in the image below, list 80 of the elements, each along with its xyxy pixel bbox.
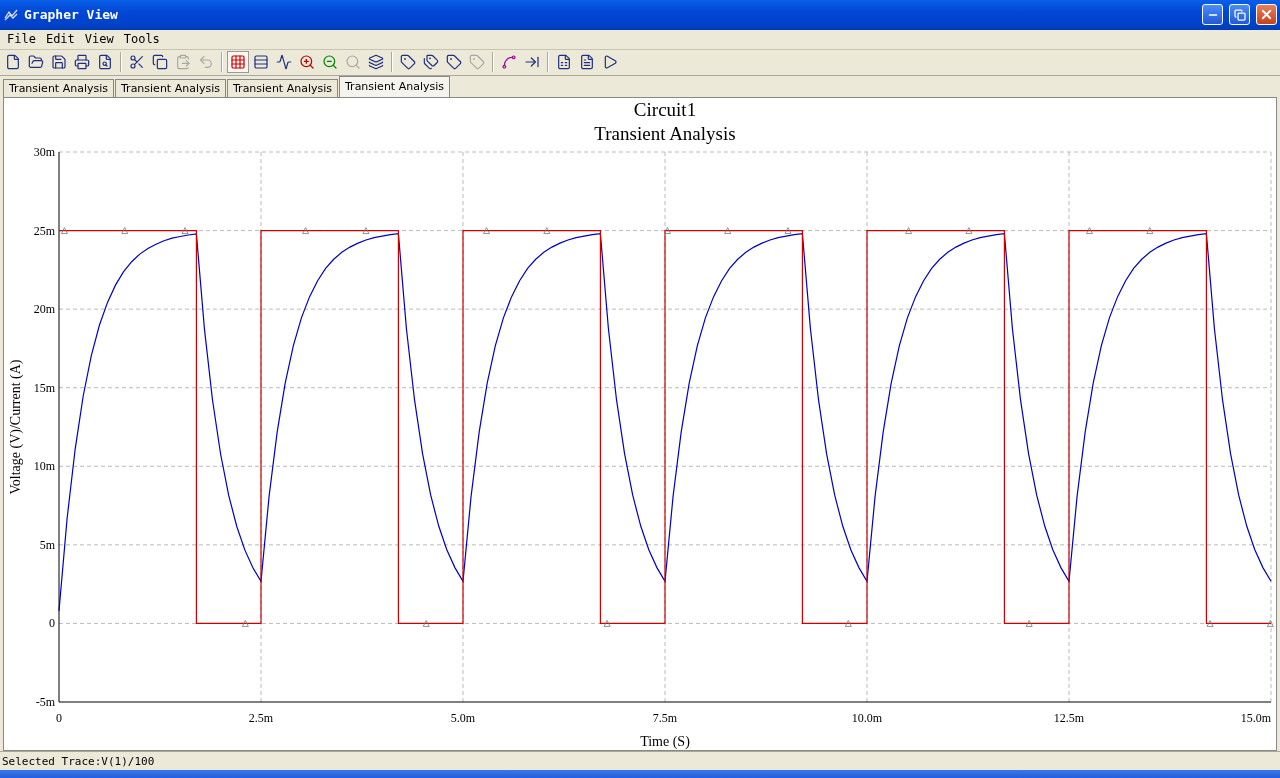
save-icon [51,54,67,71]
undo-icon [198,54,214,71]
menu-item[interactable]: File [2,32,41,47]
toolbar-button[interactable] [227,51,249,74]
trace-marker-icon [422,620,430,628]
trace-marker-icon [302,227,309,235]
trace-marker-icon [905,227,912,235]
grid-icon [230,54,246,71]
y-tick-label: 15m [33,381,55,396]
x-tick-label: 5.0m [450,711,476,726]
zoom-in-icon [299,54,315,71]
trace-marker-icon [1146,227,1154,235]
trace-marker-icon [181,227,189,235]
x-tick-label: 10.0m [851,711,883,726]
layers-icon [368,54,384,71]
window-title: Grapher View [24,7,119,23]
y-tick-label: 10m [33,459,55,474]
play-icon [602,54,618,71]
trace-marker-icon [1267,620,1274,628]
zoom-out-icon [322,54,338,71]
menu-item[interactable]: Edit [40,32,80,47]
trace-marker-icon [483,227,490,235]
trace-marker-icon [965,227,973,235]
menu-item[interactable]: View [79,32,119,47]
print-preview-icon [97,54,113,71]
copy-icon [152,54,168,71]
tab[interactable]: Transient Analysis [3,79,114,98]
chart-title: Circuit1 [633,99,697,121]
tags-icon [423,54,439,71]
x-tick-label: 7.5m [652,711,678,726]
search-icon [345,54,361,71]
trace-marker-icon [543,227,551,235]
trace-marker-icon [844,620,852,628]
trace-marker-icon [603,620,611,628]
restore-button[interactable] [1229,4,1250,26]
x-tick-label: 2.5m [248,711,274,726]
menu-item[interactable]: Tools [118,32,165,47]
printer-icon [74,54,90,71]
y-axis-label: Voltage (V)/Current (A) [8,359,23,495]
waveform-icon [276,54,292,71]
x-axis-label: Time (S) [640,734,690,750]
curve-icon [501,54,517,71]
tab[interactable]: Transient Analysis [339,75,450,97]
trace-marker-icon [784,227,792,235]
trace-marker-icon [1206,620,1214,628]
y-tick-label: 0 [49,616,55,631]
new-file-icon [5,54,21,71]
tab[interactable]: Transient Analysis [227,79,338,98]
trace-marker-icon [1025,620,1033,628]
trace-marker-icon [241,620,249,628]
app-icon [4,8,18,21]
trace-marker-icon [724,227,732,235]
chart-title: Transient Analysis [594,123,736,145]
legend-icon [253,54,269,71]
y-tick-label: -5m [35,695,55,710]
y-tick-label: 5m [39,538,55,553]
spreadsheet-icon [556,54,572,71]
tag-icon [400,54,416,71]
x-tick-label: 15.0m [1240,711,1271,726]
y-tick-label: 30m [33,145,55,160]
status-text: Selected Trace:V(1)/100 [1,754,155,768]
scissors-icon [129,54,145,71]
trace-marker-icon [1086,227,1093,235]
restore-icon [1233,8,1246,21]
open-folder-icon [28,54,44,71]
minimize-button[interactable] [1202,4,1223,26]
y-tick-label: 20m [33,302,55,317]
document-icon [579,54,595,71]
tag-icon [446,54,462,71]
trace-marker-icon [664,227,671,235]
trace-marker-icon [61,227,68,235]
x-tick-label: 0 [56,711,62,726]
close-button[interactable] [1256,4,1277,26]
trace-marker-icon [121,227,129,235]
y-tick-label: 25m [33,224,55,238]
trace-marker-icon [362,227,370,235]
x-tick-label: 12.5m [1053,711,1085,726]
paste-icon [175,54,191,71]
tag-icon [469,54,485,71]
tab[interactable]: Transient Analysis [115,79,226,98]
